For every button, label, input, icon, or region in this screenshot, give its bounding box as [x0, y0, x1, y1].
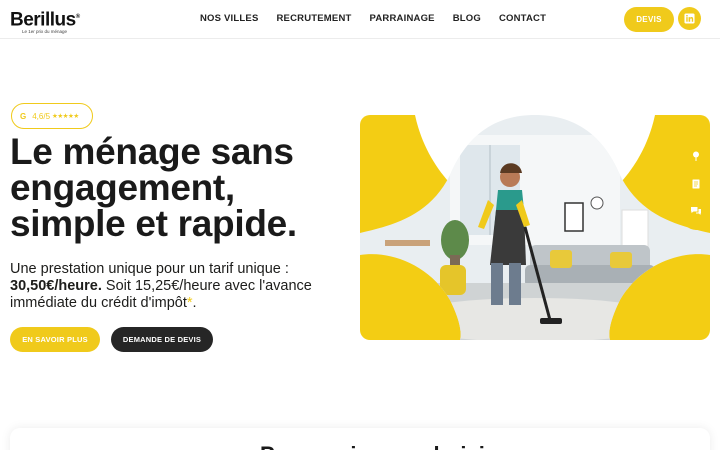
brand-name: Berillus: [10, 9, 76, 31]
main-nav: NOS VILLES RECRUTEMENT PARRAINAGE BLOG C…: [200, 13, 564, 24]
google-rating-badge: G 4,6/5 ★★★★★: [11, 103, 93, 129]
rating-value: 4,6/5: [32, 111, 51, 121]
hero-description: Une prestation unique pour un tarif uniq…: [10, 261, 330, 312]
brand-tagline: Le 1er prix du ménage: [22, 29, 68, 35]
brand-logo[interactable]: Berillus® Le 1er prix du ménage: [10, 8, 90, 34]
cleaning-woman-illustration: [360, 115, 710, 340]
hero-photo: [360, 115, 710, 340]
nav-item-contact[interactable]: CONTACT: [499, 13, 546, 24]
linkedin-button[interactable]: [678, 7, 701, 30]
linkedin-icon: [684, 13, 695, 24]
google-icon: G: [20, 111, 27, 121]
nav-item-recrutement[interactable]: RECRUTEMENT: [276, 13, 351, 24]
desc-price: 30,50€/heure.: [10, 278, 102, 294]
section-title: Pourquoi nous choisir: [260, 442, 493, 450]
quote-request-button[interactable]: DEMANDE DE DEVIS: [111, 327, 213, 352]
desc-end: .: [192, 295, 197, 311]
devis-button[interactable]: DEVIS: [624, 7, 674, 32]
document-icon[interactable]: [690, 178, 702, 190]
learn-more-button[interactable]: EN SAVOIR PLUS: [10, 327, 100, 352]
desc-intro: Une prestation unique pour un tarif uniq…: [10, 261, 289, 277]
registered-mark: ®: [75, 14, 80, 20]
why-choose-us-card: Pourquoi nous choisir: [10, 428, 710, 450]
site-header: Berillus® Le 1er prix du ménage NOS VILL…: [0, 0, 720, 39]
chat-icon[interactable]: [690, 205, 702, 217]
side-action-bar: [682, 142, 710, 230]
rating-stars: ★★★★★: [52, 113, 79, 120]
location-pin-icon[interactable]: [690, 150, 702, 162]
nav-item-nos-villes[interactable]: NOS VILLES: [200, 13, 258, 24]
hero-headline: Le ménage sans engagement, simple et rap…: [10, 131, 297, 244]
nav-item-parrainage[interactable]: PARRAINAGE: [370, 13, 435, 24]
nav-item-blog[interactable]: BLOG: [453, 13, 481, 24]
